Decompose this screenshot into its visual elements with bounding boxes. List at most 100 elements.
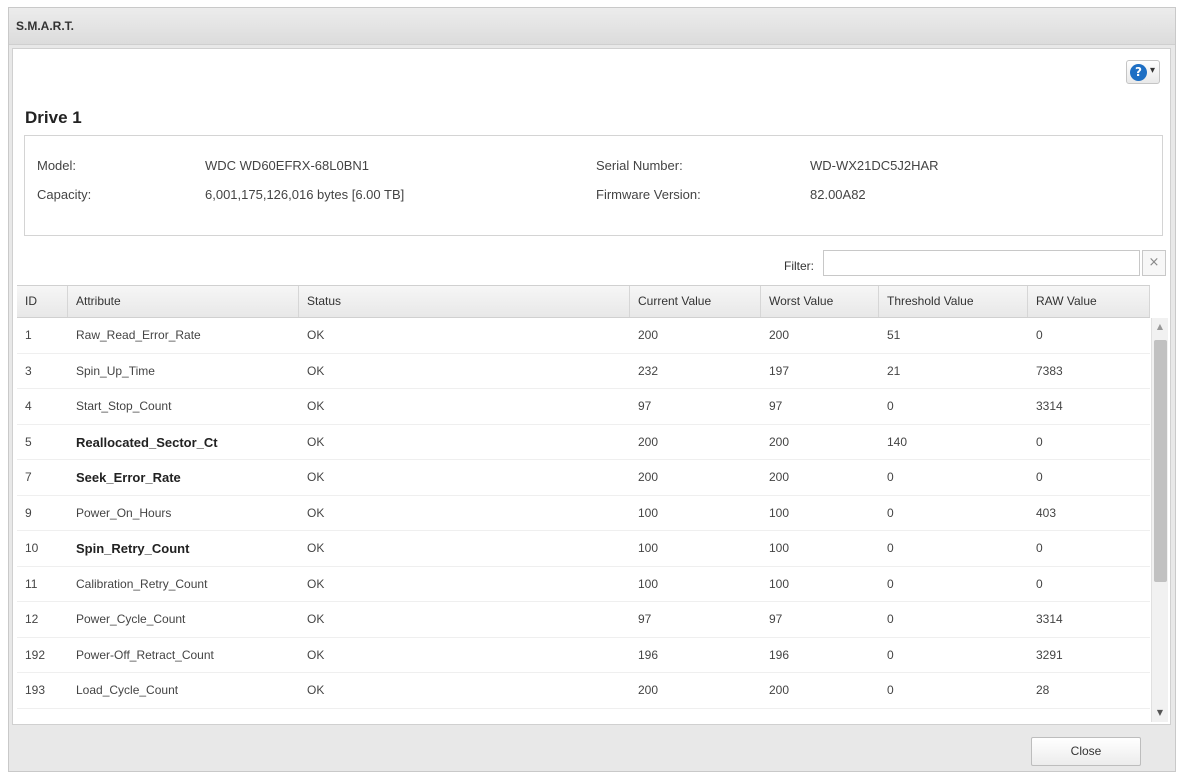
cell-threshold: 140 [887, 434, 908, 449]
cell-threshold: 0 [887, 683, 894, 697]
cell-raw: 3314 [1036, 399, 1063, 413]
cell-status: OK [307, 399, 325, 413]
cell-attribute: Power_On_Hours [76, 505, 172, 520]
table-row[interactable]: 12 Power_Cycle_Count OK 97 97 0 3314 [17, 602, 1150, 638]
cell-id: 12 [25, 612, 39, 626]
column-header-status[interactable]: Status [299, 286, 630, 317]
table-row[interactable]: 9 Power_On_Hours OK 100 100 0 403 [17, 496, 1150, 531]
cell-current: 100 [638, 576, 659, 591]
table-row[interactable]: 5 Reallocated_Sector_Ct OK 200 200 140 0 [17, 425, 1150, 460]
grid-header: ID Attribute Status Current Value Worst … [17, 285, 1150, 318]
model-label: Model: [37, 158, 77, 173]
cell-raw: 3291 [1036, 647, 1063, 662]
column-header-id[interactable]: ID [17, 286, 68, 317]
scroll-up-icon[interactable]: ▲ [1152, 318, 1168, 336]
cell-raw: 0 [1036, 328, 1043, 342]
table-row[interactable]: 192 Power-Off_Retract_Count OK 196 196 0 3291 [17, 638, 1150, 673]
cell-id: 1 [25, 328, 32, 342]
cell-raw: 0 [1036, 576, 1043, 591]
column-header-current-value[interactable]: Current Value [630, 286, 761, 317]
cell-status: OK [307, 434, 325, 449]
cell-worst: 100 [769, 505, 790, 520]
table-row[interactable]: 10 Spin_Retry_Count OK 100 100 0 0 [17, 531, 1150, 567]
cell-id: 4 [25, 399, 32, 413]
cell-attribute: Load_Cycle_Count [76, 683, 179, 697]
cell-worst: 97 [769, 612, 783, 626]
cell-threshold: 21 [887, 363, 901, 378]
filter-input[interactable] [823, 250, 1140, 276]
cell-current: 232 [638, 363, 659, 378]
cell-current: 200 [638, 328, 659, 342]
cell-worst: 97 [769, 399, 783, 413]
cell-id: 11 [25, 576, 38, 591]
table-row[interactable]: 11 Calibration_Retry_Count OK 100 100 0 0 [17, 567, 1150, 602]
table-row[interactable]: 4 Start_Stop_Count OK 97 97 0 3314 [17, 389, 1150, 425]
cell-id: 5 [25, 434, 32, 449]
smart-attribute-grid: ID Attribute Status Current Value Worst … [17, 285, 1168, 722]
cell-id: 193 [25, 683, 46, 697]
cell-worst: 200 [769, 328, 790, 342]
help-button[interactable]: ? ▾ [1126, 60, 1160, 84]
capacity-value: 6,001,175,126,016 bytes [6.00 TB] [205, 187, 405, 202]
firmware-value: 82.00A82 [810, 187, 866, 202]
cell-current: 97 [638, 612, 652, 626]
cell-worst: 197 [769, 363, 790, 378]
scroll-thumb[interactable] [1154, 340, 1167, 582]
chevron-down-icon: ▾ [1150, 65, 1156, 76]
close-button[interactable]: Close [1031, 737, 1141, 766]
grid-body: 1 Raw_Read_Error_Rate OK 200 200 51 0 3 Spin_Up_… [17, 318, 1150, 709]
content-panel: ? ▾ Drive 1 Model: WDC WD60EFRX-68L0BN1 … [12, 48, 1171, 725]
column-header-raw-value[interactable]: RAW Value [1028, 286, 1150, 317]
cell-raw: 28 [1036, 683, 1050, 697]
cell-id: 3 [25, 363, 32, 378]
cell-threshold: 0 [887, 541, 894, 555]
table-row[interactable]: 1 Raw_Read_Error_Rate OK 200 200 51 0 [17, 318, 1150, 354]
cell-status: OK [307, 470, 325, 484]
cell-attribute: Raw_Read_Error_Rate [76, 328, 201, 342]
cell-id: 192 [25, 647, 46, 662]
capacity-label: Capacity: [37, 187, 92, 202]
scroll-down-icon[interactable]: ▼ [1152, 704, 1168, 722]
column-header-attribute[interactable]: Attribute [68, 286, 299, 317]
cell-current: 200 [638, 683, 659, 697]
cell-raw: 0 [1036, 541, 1043, 555]
cell-attribute: Start_Stop_Count [76, 399, 172, 413]
cell-status: OK [307, 683, 325, 697]
column-header-threshold-value[interactable]: Threshold Value [879, 286, 1028, 317]
cell-worst: 200 [769, 683, 790, 697]
serial-label: Serial Number: [596, 158, 683, 173]
cell-status: OK [307, 576, 325, 591]
filter-label: Filter: [784, 259, 814, 273]
serial-value: WD-WX21DC5J2HAR [810, 158, 939, 173]
cell-raw: 7383 [1036, 363, 1063, 378]
smart-dialog: S.M.A.R.T. ? ▾ Drive 1 Model: WDC WD60EF… [8, 7, 1176, 772]
cell-status: OK [307, 612, 325, 626]
cell-current: 196 [638, 647, 659, 662]
cell-current: 97 [638, 399, 652, 413]
cell-worst: 100 [769, 576, 790, 591]
cell-current: 200 [638, 470, 659, 484]
vertical-scrollbar[interactable]: ▲ ▼ [1151, 318, 1168, 722]
cell-attribute: Power-Off_Retract_Count [76, 647, 214, 662]
clear-filter-icon[interactable]: × [1142, 250, 1166, 276]
drive-info-box: Model: WDC WD60EFRX-68L0BN1 Capacity: 6,… [24, 135, 1163, 236]
model-value: WDC WD60EFRX-68L0BN1 [205, 158, 369, 173]
table-row[interactable]: 193 Load_Cycle_Count OK 200 200 0 28 [17, 673, 1150, 709]
cell-worst: 196 [769, 647, 790, 662]
cell-threshold: 0 [887, 470, 894, 484]
cell-threshold: 0 [887, 505, 894, 520]
table-row[interactable]: 7 Seek_Error_Rate OK 200 200 0 0 [17, 460, 1150, 496]
help-icon: ? [1130, 64, 1147, 81]
cell-status: OK [307, 647, 325, 662]
cell-worst: 100 [769, 541, 790, 555]
cell-raw: 0 [1036, 434, 1043, 449]
cell-current: 200 [638, 434, 659, 449]
cell-status: OK [307, 505, 325, 520]
table-row[interactable]: 3 Spin_Up_Time OK 232 197 21 7383 [17, 354, 1150, 389]
drive-title: Drive 1 [25, 108, 82, 127]
cell-attribute: Calibration_Retry_Count [76, 576, 208, 591]
column-header-worst-value[interactable]: Worst Value [761, 286, 879, 317]
cell-raw: 0 [1036, 470, 1043, 484]
cell-attribute: Spin_Retry_Count [76, 541, 190, 556]
cell-status: OK [307, 541, 325, 555]
